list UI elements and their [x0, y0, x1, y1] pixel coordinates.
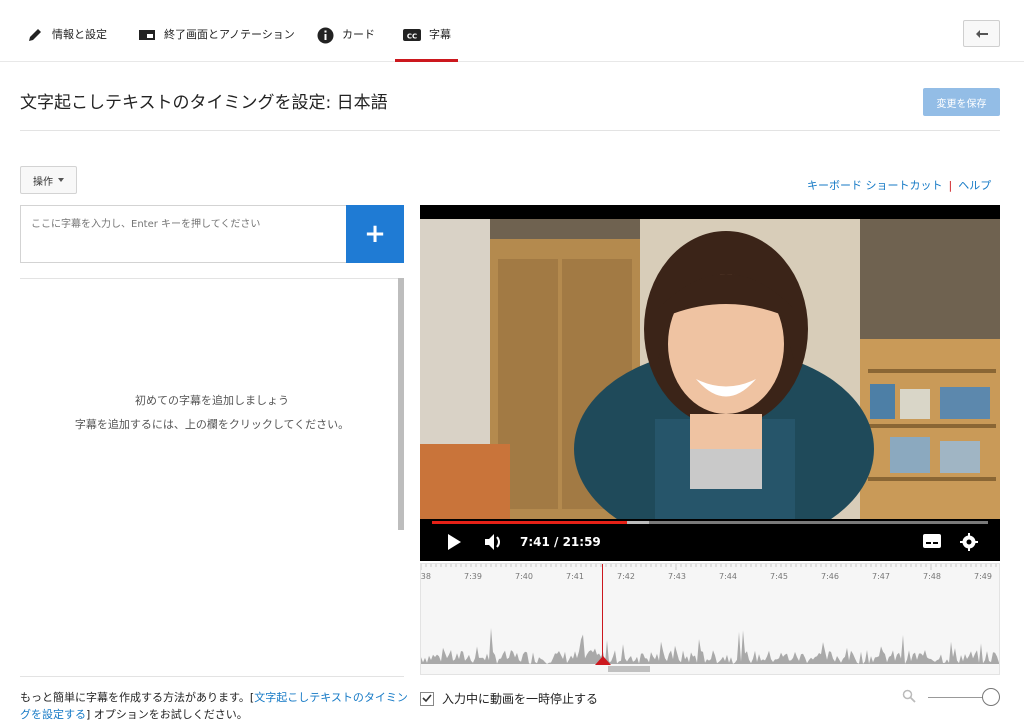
add-caption-button[interactable]: +: [346, 205, 404, 263]
page-title: 文字起こしテキストのタイミングを設定: 日本語: [20, 93, 388, 113]
playhead-marker-icon: [595, 656, 611, 665]
subtitles-icon: [922, 533, 942, 553]
pause-while-typing-option[interactable]: 入力中に動画を一時停止する: [420, 690, 598, 707]
timeline-tick-label: 7:42: [617, 572, 635, 581]
pencil-icon: [26, 26, 44, 44]
video-player[interactable]: 7:41 / 21:59: [420, 205, 1000, 561]
endscreen-icon: [138, 26, 156, 44]
tab-endscreen-annotations[interactable]: 終了画面とアノテーション: [138, 18, 295, 62]
video-time-display: 7:41 / 21:59: [520, 535, 601, 549]
video-progress-played: [432, 521, 627, 524]
caption-list: [20, 278, 404, 673]
help-links: キーボード ショートカット | ヘルプ: [807, 177, 991, 193]
actions-label: 操作: [33, 176, 53, 188]
play-button[interactable]: [446, 533, 462, 555]
timeline-tick-label: 7:39: [464, 572, 482, 581]
help-link[interactable]: ヘルプ: [958, 177, 991, 193]
tab-cards[interactable]: カード: [316, 18, 375, 62]
timeline-tick-label: 7:40: [515, 572, 533, 581]
tab-label: 字幕: [429, 28, 451, 41]
keyboard-shortcuts-link[interactable]: キーボード ショートカット: [807, 177, 943, 193]
timeline-tick-label: 7:44: [719, 572, 737, 581]
timeline-tick-label: 7:47: [872, 572, 890, 581]
plus-icon: +: [364, 219, 386, 249]
tab-label: 情報と設定: [52, 28, 107, 41]
zoom-icon: [902, 688, 916, 707]
waveform-timeline[interactable]: 7:38 7:39 7:40 7:41 7:42 7:43 7:44 7:45 7:46 7:47…: [420, 563, 1000, 675]
volume-button[interactable]: [484, 533, 506, 555]
tab-bar: 情報と設定 終了画面とアノテーション カード CC 字幕: [0, 0, 1024, 62]
actions-dropdown-button[interactable]: 操作: [20, 166, 77, 194]
waveform: [421, 564, 999, 664]
divider: [20, 676, 404, 677]
volume-icon: [484, 533, 506, 555]
tab-label: 終了画面とアノテーション: [164, 28, 295, 41]
timeline-tick-label: 7:43: [668, 572, 686, 581]
hint-text: もっと簡単に字幕を作成する方法があります。[文字起こしテキストのタイミングを設定…: [20, 689, 410, 723]
timeline-scroll-thumb[interactable]: [608, 666, 650, 672]
video-frame: [420, 219, 1000, 519]
timeline-playhead[interactable]: [602, 564, 603, 664]
settings-button[interactable]: [960, 533, 978, 555]
timeline-tick-label: 7:46: [821, 572, 839, 581]
tab-info-settings[interactable]: 情報と設定: [26, 18, 107, 62]
pause-while-typing-checkbox[interactable]: [420, 691, 434, 706]
page: 情報と設定 終了画面とアノテーション カード CC 字幕 文字起こしテキストのタ…: [0, 0, 1024, 726]
gear-icon: [960, 533, 978, 555]
cc-icon: CC: [403, 26, 421, 44]
hint-after: ] オプションをお試しください。: [86, 708, 248, 721]
pause-while-typing-label: 入力中に動画を一時停止する: [442, 692, 599, 706]
timeline-tick-label: 7:48: [923, 572, 941, 581]
tab-label: カード: [342, 28, 375, 41]
timeline-tick-label: 7:45: [770, 572, 788, 581]
timeline-tick-label: 7:38: [420, 572, 431, 581]
timeline-tick-label: 7:49: [974, 572, 992, 581]
timeline-tick-label: 7:41: [566, 572, 584, 581]
play-icon: [446, 533, 462, 555]
zoom-slider-track[interactable]: [928, 697, 990, 698]
back-arrow-icon: [975, 24, 989, 43]
caption-input[interactable]: [20, 205, 346, 263]
svg-text:CC: CC: [407, 33, 417, 41]
back-button[interactable]: [963, 20, 1000, 47]
save-changes-button[interactable]: 変更を保存: [923, 88, 1000, 116]
divider: [20, 130, 1000, 131]
empty-state-title: 初めての字幕を追加しましょう: [135, 394, 289, 407]
empty-state-description: 字幕を追加するには、上の欄をクリックしてください。: [74, 418, 350, 431]
caret-down-icon: [58, 178, 64, 182]
hint-before: もっと簡単に字幕を作成する方法があります。[: [20, 691, 255, 704]
subtitles-button[interactable]: [922, 533, 942, 553]
zoom-slider-handle[interactable]: [982, 688, 1000, 706]
info-icon: [316, 26, 334, 44]
link-separator: |: [948, 178, 953, 192]
tab-subtitles[interactable]: CC 字幕: [395, 18, 458, 62]
